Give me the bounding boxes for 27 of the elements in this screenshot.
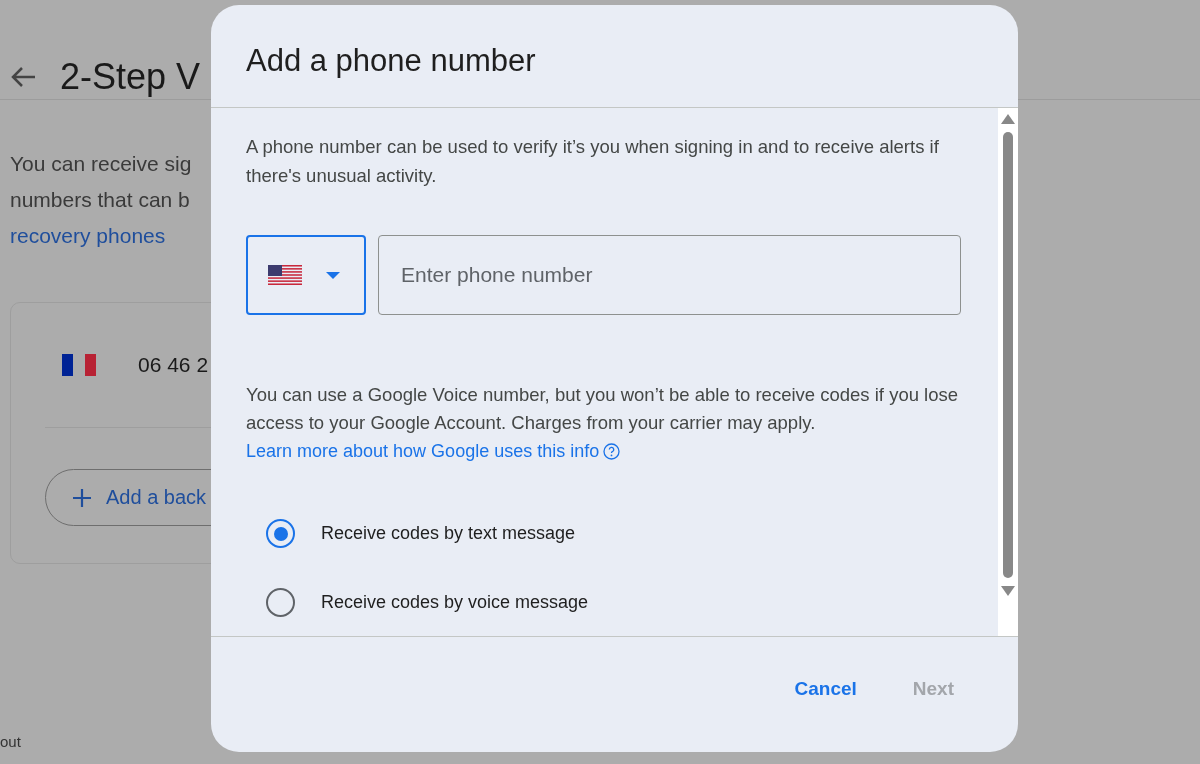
cancel-button[interactable]: Cancel [770, 667, 881, 710]
radio-button[interactable] [266, 519, 295, 548]
radio-option[interactable]: Receive codes by voice message [266, 588, 998, 617]
scroll-up-icon[interactable] [1001, 114, 1015, 124]
france-flag-icon [62, 354, 96, 376]
phone-number-field[interactable]: Enter phone number [378, 235, 961, 315]
page-title: 2-Step V [60, 56, 201, 98]
plus-icon [72, 487, 92, 508]
notice-text: You can use a Google Voice number, but you won’t be able to receive codes if you lose access to your Google Account. Charges from your carrier may apply. [246, 383, 960, 435]
phone-number: 06 46 2 [138, 353, 209, 377]
dialog-title: Add a phone number [211, 5, 1018, 108]
dropdown-caret-icon [326, 271, 340, 279]
scroll-down-icon[interactable] [1001, 586, 1015, 596]
footer-text: out [0, 733, 21, 750]
back-arrow-icon[interactable] [10, 66, 36, 88]
country-select[interactable] [246, 235, 366, 315]
scrollbar-thumb[interactable] [1003, 132, 1013, 578]
intro-text: numbers that can b [10, 187, 190, 213]
radio-button[interactable] [266, 588, 295, 617]
us-flag-icon [268, 265, 302, 285]
help-icon[interactable] [603, 442, 621, 460]
radio-option[interactable]: Receive codes by text message [266, 519, 998, 548]
learn-more-link[interactable]: Learn more about how Google uses this info [246, 437, 600, 465]
recovery-phones-link[interactable]: recovery phones [10, 218, 166, 254]
scrollbar[interactable] [998, 108, 1018, 636]
description-text: A phone number can be used to verify it’s you when signing in and to receive alerts if there's unusual activity. [246, 135, 940, 188]
intro-text: You can receive sig [10, 151, 192, 177]
